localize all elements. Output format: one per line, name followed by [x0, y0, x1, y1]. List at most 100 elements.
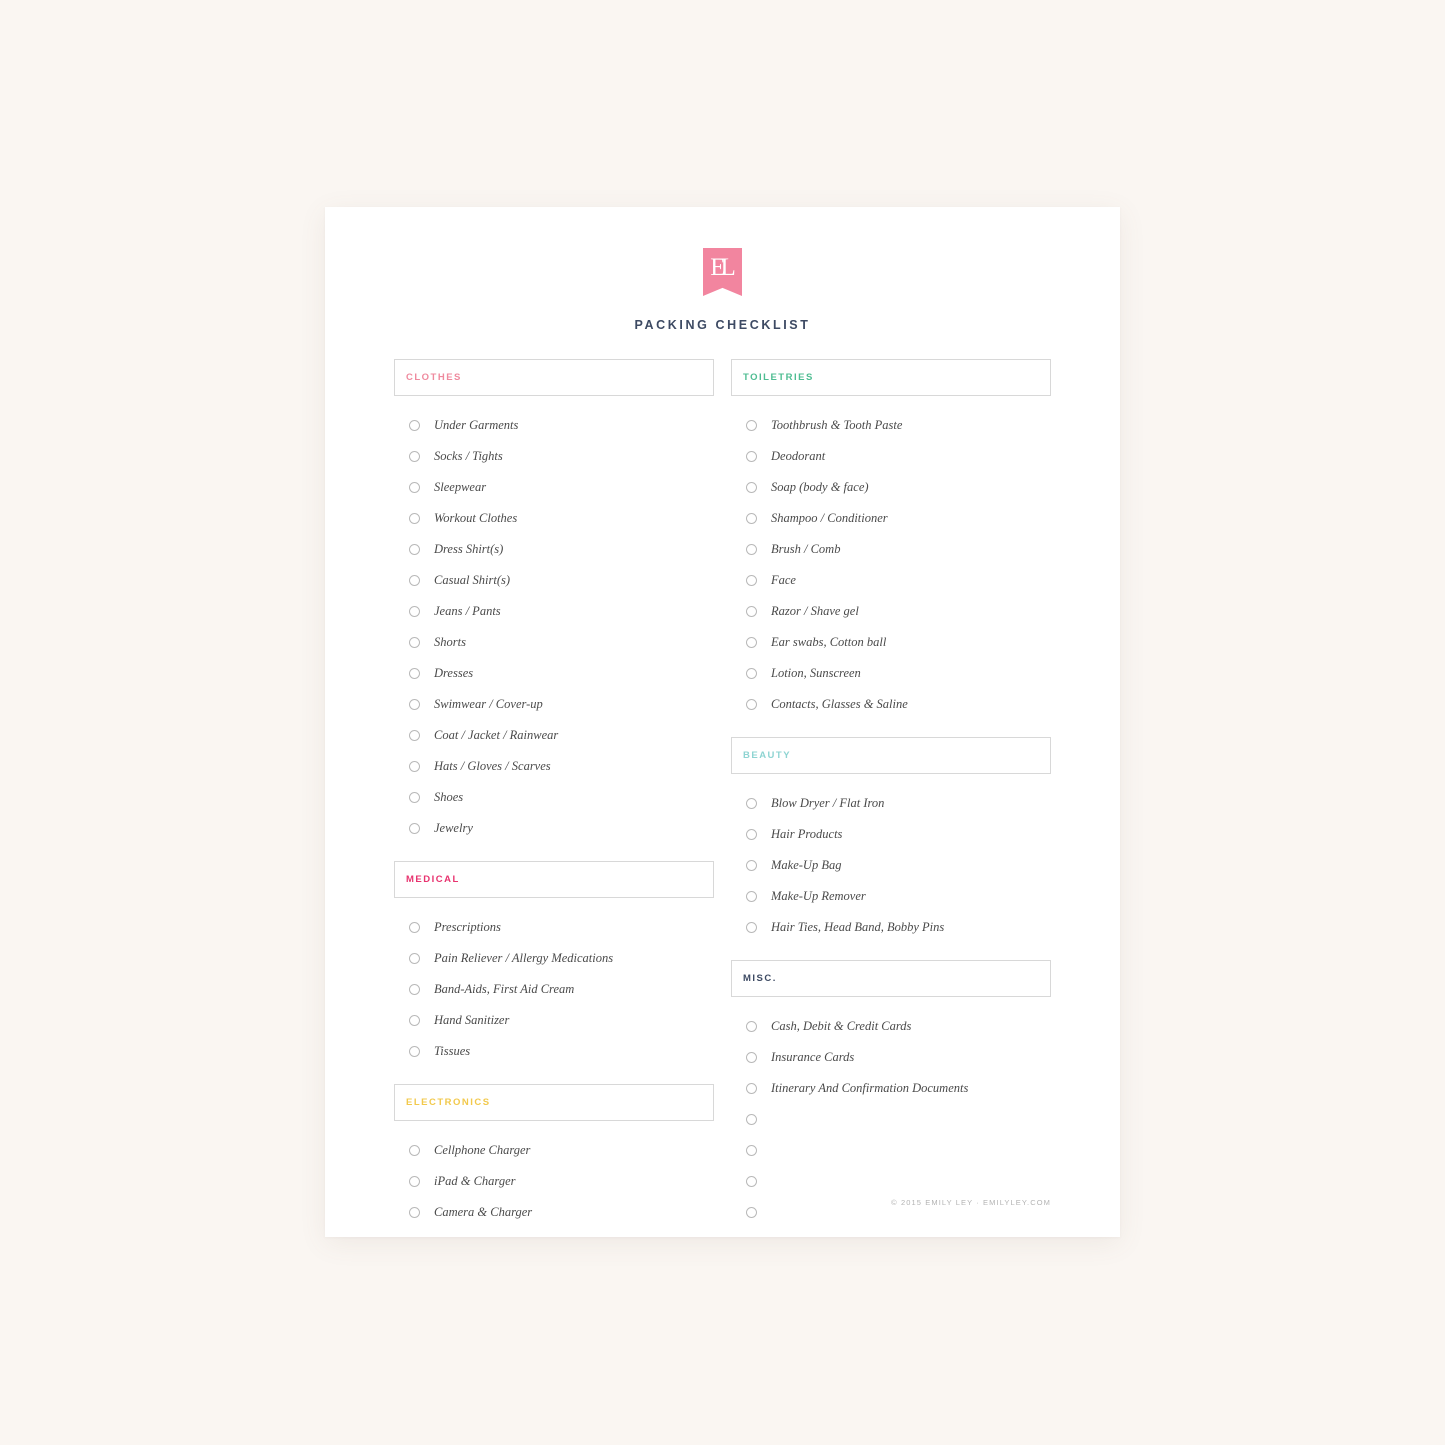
left-column: CLOTHES Under Garments Socks / Tights Sleep… — [394, 359, 714, 1228]
checkbox-circle-icon[interactable] — [409, 922, 420, 933]
checkbox-circle-icon[interactable] — [746, 1176, 757, 1187]
checklist-row[interactable]: Make-Up Remover — [731, 881, 1051, 912]
checkbox-circle-icon[interactable] — [746, 1052, 757, 1063]
checkbox-circle-icon[interactable] — [746, 922, 757, 933]
checklist-row[interactable]: Socks / Tights — [394, 441, 714, 472]
checklist-row[interactable]: Jewelry — [394, 813, 714, 844]
checkbox-circle-icon[interactable] — [409, 699, 420, 710]
checklist-row[interactable]: Swimwear / Cover-up — [394, 689, 714, 720]
checkbox-circle-icon[interactable] — [746, 420, 757, 431]
checklist-row[interactable]: Dress Shirt(s) — [394, 534, 714, 565]
checkbox-circle-icon[interactable] — [409, 761, 420, 772]
checkbox-circle-icon[interactable] — [409, 513, 420, 524]
checkbox-circle-icon[interactable] — [409, 730, 420, 741]
checklist-item-label: Lotion, Sunscreen — [771, 666, 861, 680]
checklist-row[interactable]: Blow Dryer / Flat Iron — [731, 788, 1051, 819]
checkbox-circle-icon[interactable] — [409, 637, 420, 648]
checklist-row[interactable]: Itinerary And Confirmation Documents — [731, 1073, 1051, 1104]
checklist-row[interactable]: Soap (body & face) — [731, 472, 1051, 503]
checklist-item-label: Cellphone Charger — [434, 1143, 531, 1157]
checklist-row[interactable]: Casual Shirt(s) — [394, 565, 714, 596]
checkbox-circle-icon[interactable] — [746, 1114, 757, 1125]
checklist-row[interactable]: Camera & Charger — [394, 1197, 714, 1228]
checklist-row[interactable]: Deodorant — [731, 441, 1051, 472]
checklist-row[interactable]: Tissues — [394, 1036, 714, 1067]
checkbox-circle-icon[interactable] — [746, 1207, 757, 1218]
checkbox-circle-icon[interactable] — [409, 1207, 420, 1218]
checklist-row[interactable] — [731, 1104, 1051, 1135]
checklist-row[interactable]: Lotion, Sunscreen — [731, 658, 1051, 689]
checklist-row[interactable]: Under Garments — [394, 410, 714, 441]
checklist-item-label: Make-Up Bag — [771, 858, 842, 872]
checkbox-circle-icon[interactable] — [409, 482, 420, 493]
checklist-row[interactable]: Shoes — [394, 782, 714, 813]
checklist-item-label: Shorts — [434, 635, 466, 649]
checkbox-circle-icon[interactable] — [409, 1015, 420, 1026]
checklist-row[interactable]: Coat / Jacket / Rainwear — [394, 720, 714, 751]
checklist-row[interactable]: Workout Clothes — [394, 503, 714, 534]
checklist-row[interactable]: Ear swabs, Cotton ball — [731, 627, 1051, 658]
checkbox-circle-icon[interactable] — [409, 451, 420, 462]
checklist-row[interactable] — [731, 1166, 1051, 1197]
section-title-beauty: BEAUTY — [743, 750, 792, 761]
checklist-row[interactable]: Shorts — [394, 627, 714, 658]
checklist-row[interactable]: Cellphone Charger — [394, 1135, 714, 1166]
checklist-row[interactable]: iPad & Charger — [394, 1166, 714, 1197]
checklist-item-label: Toothbrush & Tooth Paste — [771, 418, 903, 432]
checklist-row[interactable]: Hair Products — [731, 819, 1051, 850]
section-list-medical: Prescriptions Pain Reliever / Allergy Med… — [394, 898, 714, 1067]
checkbox-circle-icon[interactable] — [746, 1021, 757, 1032]
checkbox-circle-icon[interactable] — [746, 798, 757, 809]
checkbox-circle-icon[interactable] — [409, 953, 420, 964]
checklist-row[interactable]: Hair Ties, Head Band, Bobby Pins — [731, 912, 1051, 943]
checkbox-circle-icon[interactable] — [409, 984, 420, 995]
section-misc: MISC. Cash, Debit & Credit Cards Insurance… — [731, 960, 1051, 1228]
checklist-item-label: Make-Up Remover — [771, 889, 866, 903]
checklist-row[interactable]: Brush / Comb — [731, 534, 1051, 565]
checklist-row[interactable] — [731, 1135, 1051, 1166]
checkbox-circle-icon[interactable] — [746, 575, 757, 586]
checkbox-circle-icon[interactable] — [409, 1176, 420, 1187]
checklist-row[interactable]: Hand Sanitizer — [394, 1005, 714, 1036]
checklist-row[interactable]: Sleepwear — [394, 472, 714, 503]
checkbox-circle-icon[interactable] — [409, 1145, 420, 1156]
checklist-row[interactable]: Jeans / Pants — [394, 596, 714, 627]
checklist-row[interactable]: Razor / Shave gel — [731, 596, 1051, 627]
checklist-row[interactable]: Band-Aids, First Aid Cream — [394, 974, 714, 1005]
checklist-row[interactable]: Face — [731, 565, 1051, 596]
checkbox-circle-icon[interactable] — [409, 420, 420, 431]
checklist-row[interactable]: Insurance Cards — [731, 1042, 1051, 1073]
checkbox-circle-icon[interactable] — [746, 860, 757, 871]
section-header-beauty: BEAUTY — [731, 737, 1051, 774]
checkbox-circle-icon[interactable] — [409, 823, 420, 834]
checkbox-circle-icon[interactable] — [746, 606, 757, 617]
checkbox-circle-icon[interactable] — [746, 668, 757, 679]
checkbox-circle-icon[interactable] — [746, 637, 757, 648]
checkbox-circle-icon[interactable] — [409, 792, 420, 803]
checklist-row[interactable]: Shampoo / Conditioner — [731, 503, 1051, 534]
checkbox-circle-icon[interactable] — [746, 1083, 757, 1094]
checklist-row[interactable]: Hats / Gloves / Scarves — [394, 751, 714, 782]
checkbox-circle-icon[interactable] — [409, 606, 420, 617]
checkbox-circle-icon[interactable] — [746, 544, 757, 555]
checkbox-circle-icon[interactable] — [746, 891, 757, 902]
checkbox-circle-icon[interactable] — [409, 544, 420, 555]
checklist-row[interactable]: Prescriptions — [394, 912, 714, 943]
checkbox-circle-icon[interactable] — [746, 482, 757, 493]
checklist-row[interactable]: Pain Reliever / Allergy Medications — [394, 943, 714, 974]
checkbox-circle-icon[interactable] — [746, 451, 757, 462]
checkbox-circle-icon[interactable] — [409, 668, 420, 679]
checklist-row[interactable]: Contacts, Glasses & Saline — [731, 689, 1051, 720]
checklist-row[interactable]: Cash, Debit & Credit Cards — [731, 1011, 1051, 1042]
checklist-item-label: Blow Dryer / Flat Iron — [771, 796, 885, 810]
checkbox-circle-icon[interactable] — [409, 1046, 420, 1057]
checkbox-circle-icon[interactable] — [409, 575, 420, 586]
checkbox-circle-icon[interactable] — [746, 513, 757, 524]
checkbox-circle-icon[interactable] — [746, 1145, 757, 1156]
checkbox-circle-icon[interactable] — [746, 699, 757, 710]
checklist-row[interactable]: Toothbrush & Tooth Paste — [731, 410, 1051, 441]
checklist-row[interactable]: Make-Up Bag — [731, 850, 1051, 881]
checklist-row[interactable]: Dresses — [394, 658, 714, 689]
checkbox-circle-icon[interactable] — [746, 829, 757, 840]
section-list-misc: Cash, Debit & Credit Cards Insurance Card… — [731, 997, 1051, 1228]
